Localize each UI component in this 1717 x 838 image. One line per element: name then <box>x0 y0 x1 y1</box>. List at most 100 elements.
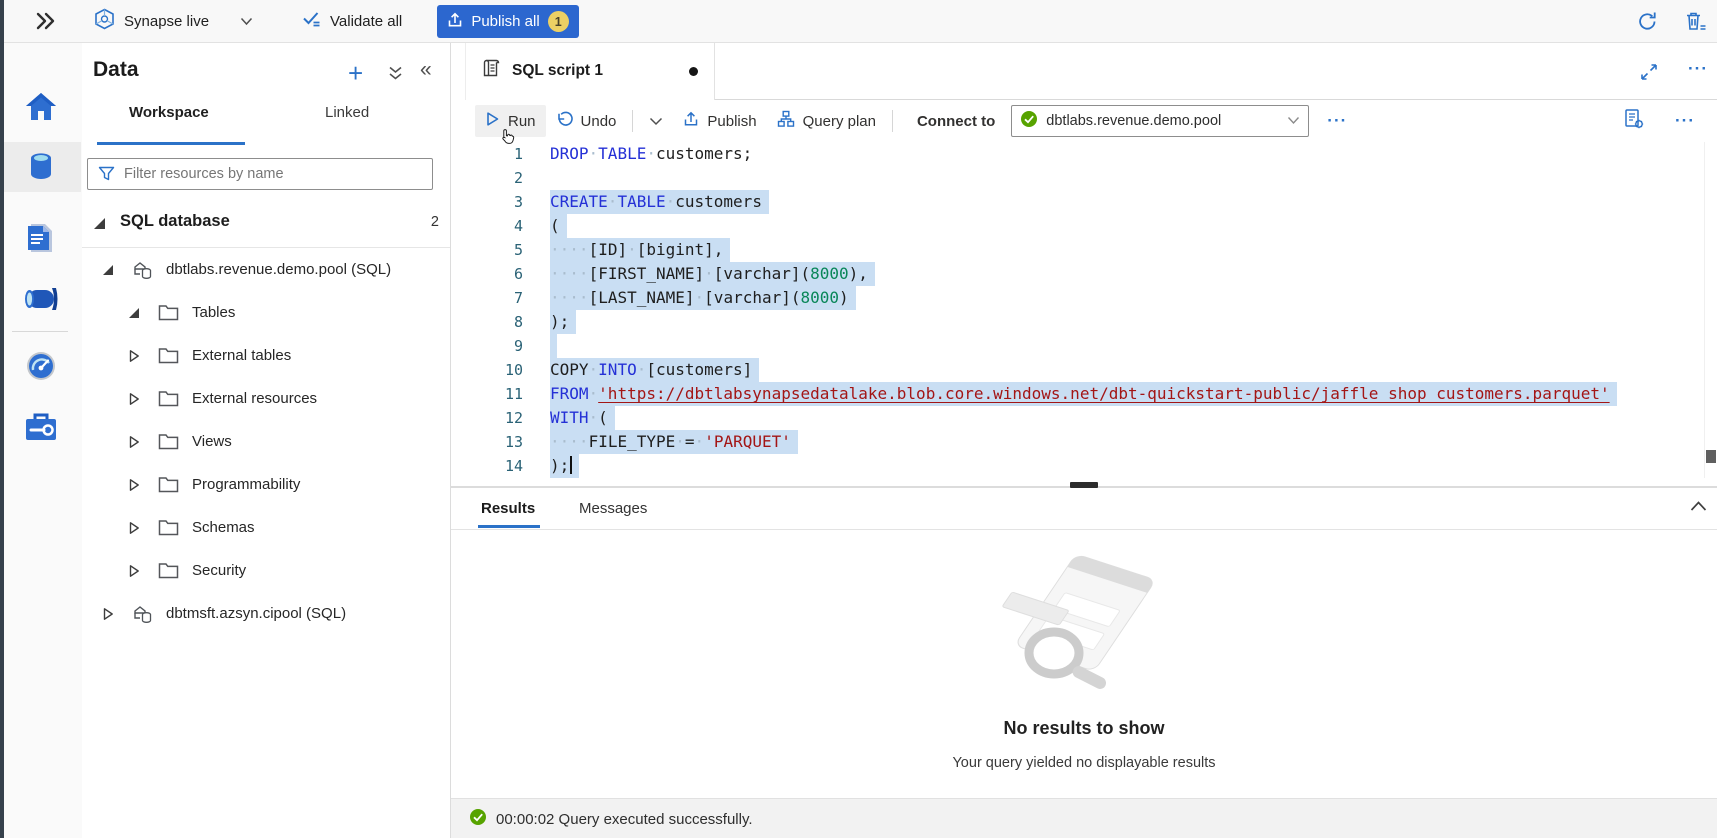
nav-data[interactable] <box>0 142 81 192</box>
chevron-down-icon <box>240 13 253 30</box>
tree-item[interactable]: External tables <box>82 334 450 377</box>
discard-trash-icon[interactable] <box>1684 10 1709 39</box>
folder-icon <box>158 562 179 579</box>
collapse-panel-icon[interactable]: « <box>420 58 432 82</box>
caret-collapsed-icon[interactable] <box>129 349 144 363</box>
split-drag-grip[interactable] <box>1070 482 1098 488</box>
connect-pool-dropdown[interactable]: dbtlabs.revenue.demo.pool <box>1011 105 1309 137</box>
code-line[interactable]: 7····[LAST_NAME]·[varchar](8000) <box>451 286 1717 310</box>
tree-item[interactable]: Views <box>82 420 450 463</box>
undo-button[interactable]: Undo <box>546 105 627 138</box>
caret-collapsed-icon[interactable] <box>129 564 144 578</box>
tab-sql-script-1[interactable]: SQL script 1 <box>465 42 715 100</box>
query-plan-label: Query plan <box>803 113 876 130</box>
run-label: Run <box>508 113 536 130</box>
publish-upload-icon <box>447 12 463 32</box>
tab-messages[interactable]: Messages <box>579 500 647 517</box>
expand-editor-icon[interactable] <box>1640 63 1658 86</box>
line-number: 3 <box>451 190 523 214</box>
code-line[interactable]: 14); <box>451 454 1717 478</box>
nav-monitor[interactable] <box>0 341 81 391</box>
tree-item[interactable]: Security <box>82 549 450 592</box>
tree-item[interactable]: Programmability <box>82 463 450 506</box>
pool-status-check-icon <box>1020 110 1038 132</box>
collapse-results-chevron-icon[interactable] <box>1689 499 1708 518</box>
caret-collapsed-icon <box>129 392 140 406</box>
line-number: 5 <box>451 238 523 262</box>
refresh-icon[interactable] <box>1636 10 1659 38</box>
nav-home[interactable] <box>0 82 81 132</box>
query-plan-button[interactable]: Query plan <box>767 104 886 138</box>
nav-manage[interactable] <box>0 402 81 452</box>
code-line[interactable]: 8); <box>451 310 1717 334</box>
editor-more-icon[interactable]: ··· <box>1675 111 1695 131</box>
code-line[interactable]: 2 <box>451 166 1717 190</box>
caret-collapsed-icon <box>129 349 140 363</box>
tree-item[interactable]: External resources <box>82 377 450 420</box>
editor-toolbar: Run Undo Publish Query plan Connect to d <box>451 100 1717 142</box>
sql-script-icon <box>482 58 501 85</box>
line-number: 12 <box>451 406 523 430</box>
code-line[interactable]: 12WITH·( <box>451 406 1717 430</box>
no-results-illustration <box>984 540 1184 715</box>
validate-all-button[interactable]: Validate all <box>302 6 402 36</box>
publish-all-button[interactable]: Publish all 1 <box>437 5 579 38</box>
code-line[interactable]: 3CREATE·TABLE·customers <box>451 190 1717 214</box>
tab-workspace[interactable]: Workspace <box>129 104 209 121</box>
code-line[interactable]: 11FROM·'https://dbtlabsynapsedatalake.bl… <box>451 382 1717 406</box>
tree-item[interactable]: dbtmsft.azsyn.cipool (SQL) <box>82 592 450 635</box>
script-properties-icon[interactable] <box>1623 108 1645 134</box>
add-resource-icon[interactable]: + <box>348 60 363 86</box>
code-line[interactable]: 5····[ID]·[bigint], <box>451 238 1717 262</box>
folder-icon <box>158 347 179 364</box>
synapse-workspace-icon <box>94 8 115 34</box>
tree-item[interactable]: dbtlabs.revenue.demo.pool (SQL) <box>82 248 450 291</box>
mouse-hand-cursor <box>497 128 516 153</box>
tab-more-icon[interactable]: ··· <box>1688 59 1708 79</box>
run-button[interactable]: Run <box>475 105 546 137</box>
expand-all-icon[interactable] <box>387 66 404 86</box>
tab-linked[interactable]: Linked <box>325 104 369 121</box>
tree-item[interactable]: Tables <box>82 291 450 334</box>
code-editor[interactable]: 1DROP·TABLE·customers;23CREATE·TABLE·cus… <box>451 142 1717 478</box>
editor-scrollbar-track[interactable] <box>1704 142 1717 478</box>
section-sql-database[interactable]: SQL database <box>120 212 230 231</box>
text-cursor <box>570 456 572 474</box>
publish-button[interactable]: Publish <box>673 105 766 137</box>
nav-develop[interactable] <box>0 213 81 263</box>
code-line[interactable]: 9 <box>451 334 1717 358</box>
mode-selector[interactable]: Synapse live <box>94 6 253 36</box>
caret-collapsed-icon[interactable] <box>103 607 118 621</box>
database-cylinder-icon <box>24 150 58 184</box>
code-line[interactable]: 4( <box>451 214 1717 238</box>
develop-document-icon <box>25 221 57 255</box>
sql-pool-icon <box>132 603 154 625</box>
caret-collapsed-icon[interactable] <box>129 435 144 449</box>
tab-results[interactable]: Results <box>481 500 535 517</box>
caret-expanded-icon[interactable] <box>129 308 144 318</box>
code-line[interactable]: 13····FILE_TYPE·=·'PARQUET' <box>451 430 1717 454</box>
code-line[interactable]: 6····[FIRST_NAME]·[varchar](8000), <box>451 262 1717 286</box>
toolbar-more-icon[interactable]: ··· <box>1327 111 1347 131</box>
caret-collapsed-icon[interactable] <box>129 392 144 406</box>
expand-nav-icon[interactable] <box>34 9 57 38</box>
run-options-chevron[interactable] <box>639 111 673 132</box>
undo-label: Undo <box>581 113 617 130</box>
mode-label: Synapse live <box>124 13 209 30</box>
line-number: 14 <box>451 454 523 478</box>
publish-count-badge: 1 <box>548 11 569 32</box>
caret-collapsed-icon[interactable] <box>129 478 144 492</box>
folder-icon <box>158 476 179 493</box>
empty-results-subtitle: Your query yielded no displayable result… <box>451 755 1717 771</box>
tree-item[interactable]: Schemas <box>82 506 450 549</box>
active-tab-underline <box>97 142 245 145</box>
code-line[interactable]: 10COPY·INTO·[customers] <box>451 358 1717 382</box>
caret-expanded-icon[interactable] <box>103 265 118 275</box>
code-line[interactable]: 1DROP·TABLE·customers; <box>451 142 1717 166</box>
section-caret-expanded-icon[interactable] <box>94 218 105 229</box>
nav-integrate[interactable] <box>0 274 81 324</box>
filter-resources-input[interactable] <box>87 158 433 190</box>
editor-scrollbar-thumb[interactable] <box>1706 450 1716 463</box>
line-number: 6 <box>451 262 523 286</box>
caret-collapsed-icon[interactable] <box>129 521 144 535</box>
